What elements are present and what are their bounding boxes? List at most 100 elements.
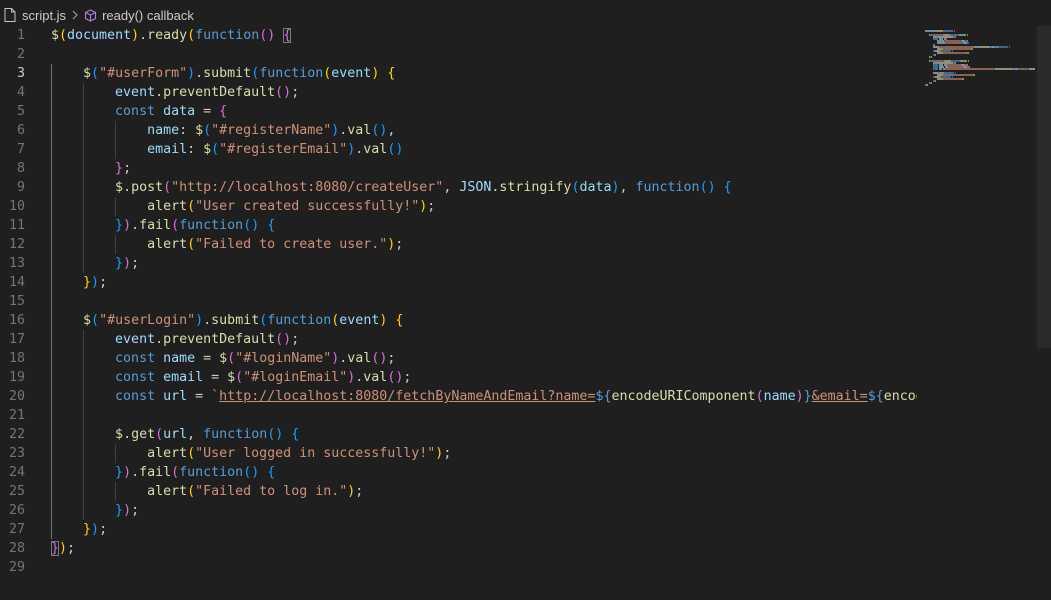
code-token: val <box>347 351 372 366</box>
code-line[interactable]: 16 $("#userLogin").submit(function(event… <box>0 311 917 330</box>
code-line[interactable]: 18 const name = $("#loginName").val(); <box>0 349 917 368</box>
code-token: JSON <box>459 180 492 195</box>
code-token: "#userForm" <box>99 66 188 81</box>
code-token: ready <box>147 28 188 43</box>
code-line[interactable]: 25 alert("Failed to log in."); <box>0 482 917 501</box>
line-number: 28 <box>8 541 25 556</box>
code-token: fail <box>139 465 172 480</box>
code-token: } <box>83 522 92 537</box>
line-number: 25 <box>8 484 25 499</box>
minimap-token <box>981 46 990 48</box>
line-number: 3 <box>16 66 25 81</box>
code-token: ( <box>187 446 196 461</box>
code-token: encodeURI <box>883 389 917 404</box>
code-token: ( <box>91 313 100 328</box>
minimap[interactable] <box>917 26 1037 600</box>
code-line[interactable]: 3 $("#userForm").submit(function(event) … <box>0 64 917 83</box>
code-token: "http://localhost:8080/createUser" <box>171 180 444 195</box>
code-line[interactable]: 6 name: $("#registerName").val(), <box>0 121 917 140</box>
code-token: ( <box>235 370 244 385</box>
code-line[interactable]: 10 alert("User created successfully!"); <box>0 197 917 216</box>
vertical-scrollbar[interactable] <box>1037 26 1051 348</box>
code-token: ( <box>91 66 100 81</box>
code-line[interactable]: 23 alert("User logged in successfully!")… <box>0 444 917 463</box>
code-line[interactable]: 8 }; <box>0 159 917 178</box>
minimap-token <box>965 34 966 36</box>
breadcrumb-symbol[interactable]: ready() callback <box>102 8 194 23</box>
code-line[interactable]: 4 event.preventDefault(); <box>0 83 917 102</box>
line-number: 1 <box>16 28 25 43</box>
line-number: 29 <box>8 560 25 575</box>
code-text: const url = `http://localhost:8080/fetch… <box>51 387 917 406</box>
code-line[interactable]: 20 const url = `http://localhost:8080/fe… <box>0 387 917 406</box>
code-line[interactable]: 9 $.post("http://localhost:8080/createUs… <box>0 178 917 197</box>
minimap-token <box>998 46 1006 48</box>
code-line[interactable]: 1 $(document).ready(function() { <box>0 26 917 45</box>
indent-guide <box>82 330 84 520</box>
code-token: . <box>123 180 132 195</box>
line-number: 4 <box>16 85 25 100</box>
code-line[interactable]: 22 $.get(url, function() { <box>0 425 917 444</box>
code-line[interactable]: 14 }); <box>0 273 917 292</box>
code-token: : <box>187 142 204 157</box>
code-token: () <box>259 28 276 43</box>
code-token: () <box>275 85 292 100</box>
code-line[interactable]: 19 const email = $("#loginEmail").val(); <box>0 368 917 387</box>
code-line[interactable]: 28}); <box>0 539 917 558</box>
line-number: 26 <box>8 503 25 518</box>
code-line[interactable]: 29 <box>0 558 917 577</box>
code-line[interactable]: 7 email: $("#registerEmail").val() <box>0 140 917 159</box>
code-token: $ <box>83 313 92 328</box>
minimap-token <box>1029 68 1035 70</box>
code-line[interactable]: 27 }); <box>0 520 917 539</box>
code-token: function <box>203 427 268 442</box>
code-text: event.preventDefault(); <box>51 83 299 102</box>
code-line[interactable]: 11 }).fail(function() { <box>0 216 917 235</box>
code-text: const name = $("#loginName").val(); <box>51 349 395 368</box>
code-token: ; <box>67 541 76 556</box>
code-token: "#loginEmail" <box>243 370 348 385</box>
minimap-token <box>968 60 969 62</box>
code-line[interactable]: 12 alert("Failed to create user."); <box>0 235 917 254</box>
code-token: . <box>155 85 164 100</box>
minimap-token <box>967 42 969 44</box>
code-token: () <box>243 465 260 480</box>
code-line[interactable]: 13 }); <box>0 254 917 273</box>
code-line[interactable]: 21 <box>0 406 917 425</box>
minimap-token <box>955 36 956 38</box>
breadcrumb-file[interactable]: script.js <box>22 8 66 23</box>
code-line[interactable]: 15 <box>0 292 917 311</box>
code-line[interactable]: 24 }).fail(function() { <box>0 463 917 482</box>
code-token: name <box>163 351 196 366</box>
line-number: 15 <box>8 294 25 309</box>
code-token: const <box>115 351 156 366</box>
code-token: ) <box>123 218 132 233</box>
code-text: }); <box>51 273 107 292</box>
code-line[interactable]: 26 }); <box>0 501 917 520</box>
code-token: preventDefault <box>163 332 276 347</box>
minimap-token <box>995 68 1013 70</box>
code-token: { <box>283 28 292 43</box>
code-token: () <box>243 218 260 233</box>
code-token: ; <box>355 484 364 499</box>
code-token: } <box>51 541 60 556</box>
line-number: 21 <box>8 408 25 423</box>
code-line[interactable]: 5 const data = { <box>0 102 917 121</box>
code-token: } <box>115 218 124 233</box>
code-token: , <box>619 180 636 195</box>
code-text: $("#userForm").submit(function(event) { <box>51 64 395 83</box>
code-token: ; <box>291 85 300 100</box>
code-token: } <box>115 161 124 176</box>
code-line[interactable]: 2 <box>0 45 917 64</box>
code-editor[interactable]: 1 $(document).ready(function() {2 3 $("#us… <box>0 26 917 600</box>
code-token: alert <box>147 199 188 214</box>
code-line[interactable]: 17 event.preventDefault(); <box>0 330 917 349</box>
code-token: } <box>115 465 124 480</box>
